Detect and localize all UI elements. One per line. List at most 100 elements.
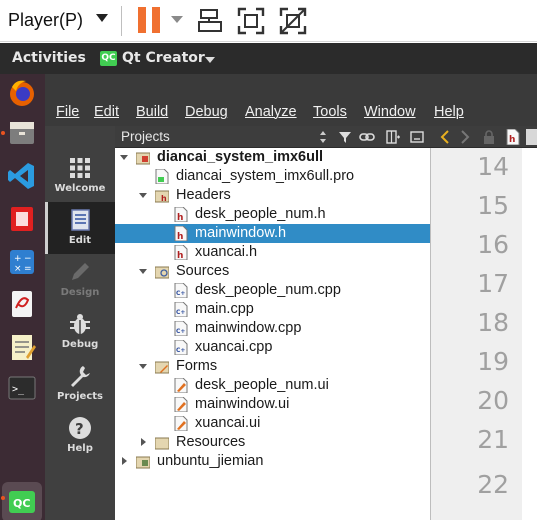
svg-text:C+: C+ [176,328,185,335]
vscode-icon[interactable] [6,160,38,192]
file-name: desk_people_num.h [195,206,326,222]
svg-text:C+: C+ [176,347,185,354]
menu-debug[interactable]: Debug [185,104,228,120]
project-folder-icon [136,456,150,469]
close-pane-icon[interactable] [409,129,425,145]
svg-text:h: h [161,194,167,203]
back-arrow-icon[interactable] [438,129,452,145]
mode-edit-label: Edit [68,235,92,246]
qt-creator-dock-icon[interactable]: QC [6,486,38,518]
sources-folder-row[interactable]: Sources [115,262,430,281]
wrench-icon [71,366,90,387]
menu-analyze[interactable]: Analyze [245,104,297,120]
file-row[interactable]: desk_people_num.ui [115,376,430,395]
svg-text:h: h [177,232,183,241]
expand-arrow-icon[interactable] [139,269,147,274]
mode-help[interactable]: ? Help [45,410,115,462]
project-root-row[interactable]: diancai_system_imx6ull [115,148,430,167]
mode-design-label: Design [60,287,100,298]
player-menu-caret-icon[interactable] [96,14,108,22]
send-ctrl-alt-del-icon[interactable] [196,7,224,35]
svg-text:C+: C+ [176,290,185,297]
code-editor[interactable] [522,148,537,520]
app-menu-button[interactable]: Qt Creator [122,50,205,66]
pause-menu-caret-icon[interactable] [171,16,183,23]
header-file-icon: h [506,129,520,145]
file-row-selected[interactable]: h mainwindow.h [115,224,430,243]
svg-text:?: ? [75,420,84,438]
forward-arrow-icon[interactable] [458,129,472,145]
pro-file-row[interactable]: diancai_system_imx6ull.pro [115,167,430,186]
file-row[interactable]: C+ mainwindow.cpp [115,319,430,338]
menu-build[interactable]: Build [136,104,168,120]
firefox-icon[interactable] [6,77,38,109]
sources-folder-icon [155,266,169,279]
document-viewer-icon[interactable] [6,288,38,320]
mode-welcome[interactable]: Welcome [45,150,115,202]
mode-edit[interactable]: Edit [45,202,115,254]
line-number: 15 [477,191,509,220]
headers-folder-row[interactable]: h Headers [115,186,430,205]
expand-arrow-icon[interactable] [139,364,147,369]
file-row[interactable]: h desk_people_num.h [115,205,430,224]
ui-file-icon [174,416,188,431]
toolbar-separator [121,6,122,36]
wps-office-icon[interactable] [6,203,38,235]
resources-folder-row[interactable]: Resources [115,433,430,452]
pro-file-icon [155,169,169,184]
file-name: desk_people_num.ui [195,377,329,393]
menu-window[interactable]: Window [364,104,416,120]
file-row[interactable]: mainwindow.ui [115,395,430,414]
menu-edit[interactable]: Edit [94,104,119,120]
menu-tools[interactable]: Tools [313,104,347,120]
svg-text:QC: QC [13,497,30,510]
split-icon[interactable] [385,129,401,145]
help-icon: ? [69,417,91,439]
unity-mode-icon[interactable] [279,7,307,35]
document-tab[interactable] [526,129,537,145]
vm-player-toolbar: Player(P) [0,0,537,42]
menu-file[interactable]: File [56,104,79,120]
editor-toolbar: h [430,126,537,148]
expand-arrow-icon[interactable] [139,193,147,198]
filter-icon[interactable] [337,129,353,145]
forms-folder-row[interactable]: Forms [115,357,430,376]
mode-design[interactable]: Design [45,254,115,306]
headers-folder-label: Headers [176,187,231,203]
expand-arrow-icon[interactable] [120,155,128,160]
fit-guest-icon[interactable] [237,7,265,35]
link-icon[interactable] [359,129,375,145]
text-editor-icon[interactable] [6,331,38,363]
file-name: xuancai.cpp [195,339,273,355]
collapsed-arrow-icon[interactable] [141,438,146,446]
projects-view-selector[interactable]: Projects [121,129,170,144]
line-number: 14 [477,152,509,181]
menu-bar: File Edit Build Debug Analyze Tools Wind… [45,100,537,126]
activities-button[interactable]: Activities [12,50,86,66]
svg-text:=: = [24,264,32,274]
file-row[interactable]: h xuancai.h [115,243,430,262]
line-number: 16 [477,230,509,259]
pause-icon[interactable] [138,7,162,33]
file-row[interactable]: xuancai.ui [115,414,430,433]
mode-debug[interactable]: Debug [45,306,115,358]
terminal-icon[interactable]: >_ [6,372,38,404]
menu-help[interactable]: Help [434,104,464,120]
second-project-row[interactable]: unbuntu_jiemian [115,452,430,471]
file-row[interactable]: C+ main.cpp [115,300,430,319]
mode-projects[interactable]: Projects [45,358,115,410]
player-menu[interactable]: Player(P) [8,7,83,33]
collapsed-arrow-icon[interactable] [122,457,127,465]
svg-text:h: h [509,135,515,145]
sort-updown-icon[interactable] [315,129,331,145]
grid-icon [70,158,90,178]
file-row[interactable]: C+ xuancai.cpp [115,338,430,357]
lock-icon[interactable] [483,130,495,144]
header-file-icon: h [174,207,188,222]
calculator-icon[interactable]: + − × = [6,246,38,278]
file-row[interactable]: C+ desk_people_num.cpp [115,281,430,300]
file-name: mainwindow.ui [195,396,290,412]
file-name: mainwindow.cpp [195,320,302,336]
app-menu-caret-icon[interactable] [205,57,215,63]
files-icon[interactable] [6,117,38,149]
